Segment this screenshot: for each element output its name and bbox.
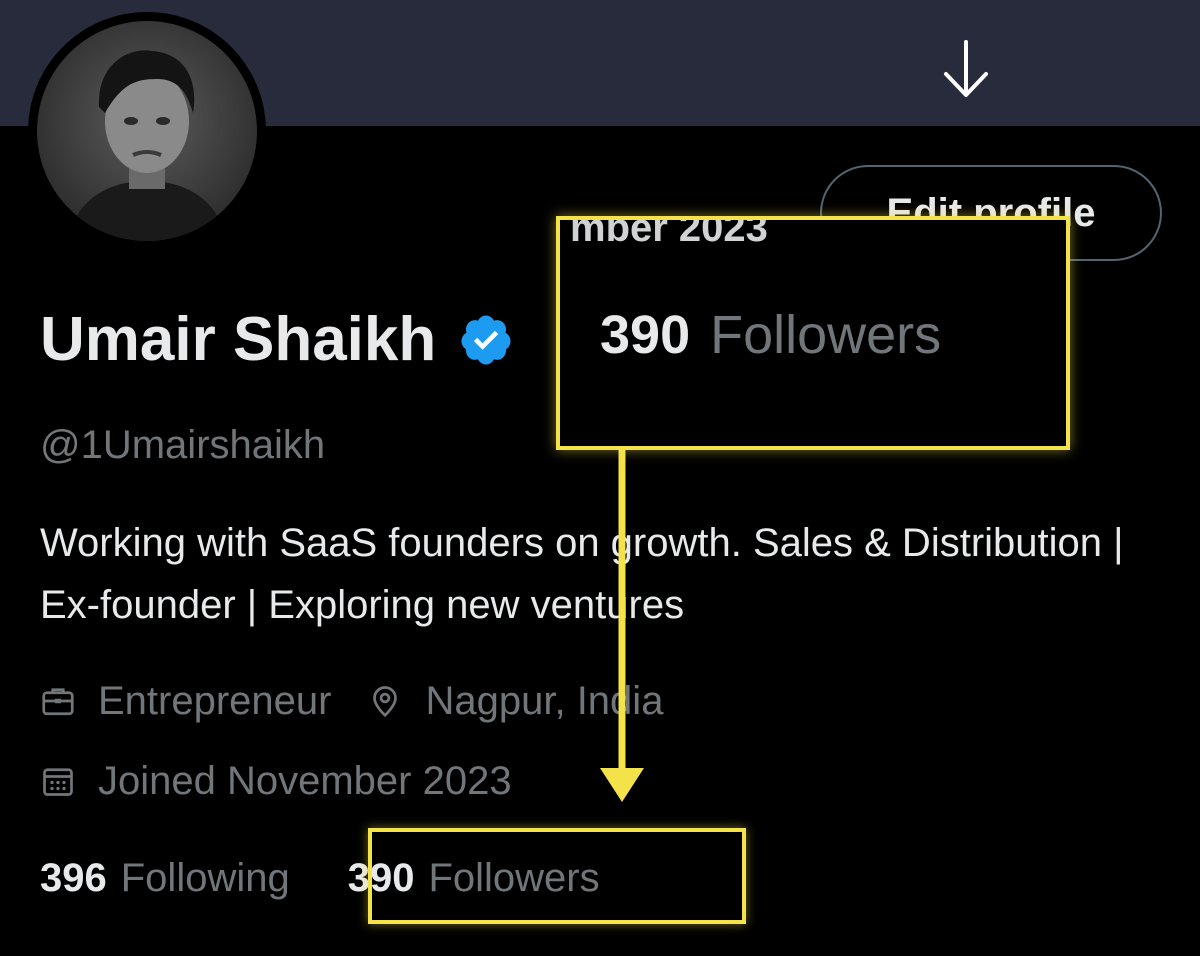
joined-text: Joined November 2023 [98,759,512,803]
location-pin-icon [373,686,398,718]
occupation-item: Entrepreneur [40,676,331,726]
briefcase-icon [42,688,74,716]
annotation-arrow-icon [600,450,644,802]
zoom-cut-text: mber 2023 [570,216,768,250]
zoom-followers-label: Followers [710,305,942,365]
following-link[interactable]: 396 Following [40,852,290,904]
followers-highlight-box [368,828,746,924]
profile-name-row: Umair Shaikh [40,300,514,380]
zoom-followers-count: 390 [600,305,691,365]
avatar[interactable] [28,12,266,250]
arrow-down-icon[interactable] [938,38,994,100]
profile-name: Umair Shaikh [40,305,437,374]
profile-meta-row-joined: Joined November 2023 [40,756,548,806]
zoom-followers-stat: 390 Followers [600,302,941,368]
profile-handle: @1Umairshaikh [40,423,326,467]
verified-badge-icon [461,315,511,365]
joined-item: Joined November 2023 [40,756,512,806]
occupation-text: Entrepreneur [98,679,332,723]
following-label: Following [120,856,290,900]
avatar-photo [37,21,257,241]
following-count: 396 [40,856,107,900]
followers-zoom-callout: mber 2023 390 Followers [556,216,1070,450]
calendar-icon [43,768,73,796]
